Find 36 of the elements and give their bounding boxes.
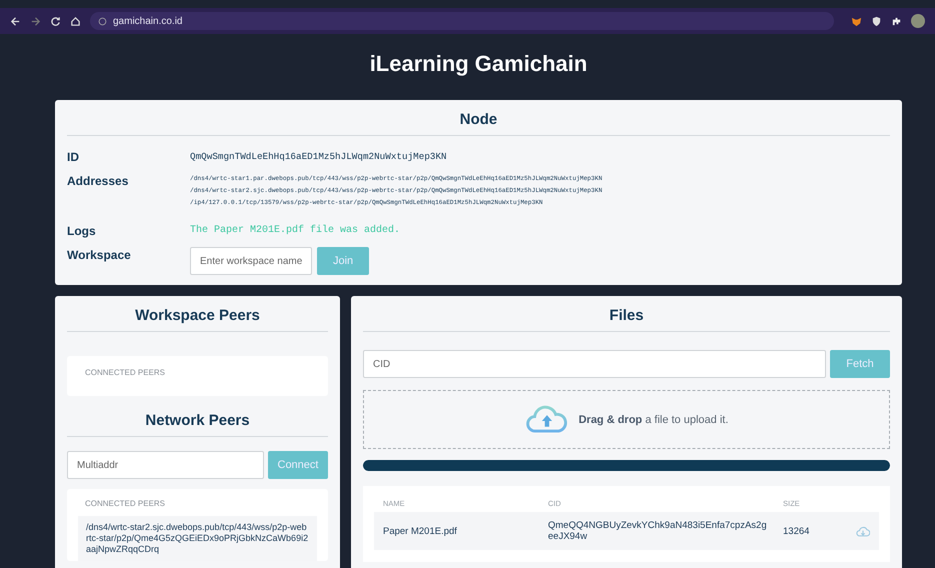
home-icon[interactable] xyxy=(70,16,81,26)
forward-icon[interactable] xyxy=(30,16,41,26)
file-size: 13264 xyxy=(783,526,810,536)
fetch-button[interactable]: Fetch xyxy=(830,350,890,378)
file-cid: QmeQQ4NGBUyZevkYChk9aN483i5Enfa7cpzAs2geeJX94w xyxy=(548,520,768,542)
page-title: iLearning Gamichain xyxy=(368,50,588,78)
multiaddr-input[interactable]: Multiaddr xyxy=(67,451,264,479)
reload-icon[interactable] xyxy=(50,16,61,26)
panel-caption: CONNECTED PEERS xyxy=(85,368,166,377)
panel-caption: CONNECTED PEERS xyxy=(85,499,166,508)
field-label: Addresses xyxy=(67,173,130,189)
puzzle-icon[interactable] xyxy=(891,16,902,26)
join-button[interactable]: Join xyxy=(317,247,370,275)
drop-zone[interactable]: Drag & drop a file to upload it. xyxy=(363,390,890,449)
card-heading: Node xyxy=(67,100,890,136)
avatar-icon[interactable] xyxy=(911,14,925,28)
connect-button[interactable]: Connect xyxy=(268,451,328,479)
field-label: Workspace xyxy=(67,247,132,263)
field-label: Logs xyxy=(67,223,97,239)
node-id: QmQwSmgnTWdLeEhHq16aED1Mz5hJLWqm2NuWxtujMep3KN xyxy=(190,150,448,164)
cloud-upload-icon xyxy=(524,405,569,434)
shield-icon[interactable] xyxy=(871,16,882,26)
site-info-icon[interactable] xyxy=(98,16,107,26)
card-heading: Workspace Peers xyxy=(67,296,328,332)
workspace-input[interactable]: Enter workspace name xyxy=(190,247,312,275)
drop-hint: Drag & drop a file to upload it. xyxy=(578,414,728,426)
address-bar[interactable]: gamichain.co.id xyxy=(90,12,834,30)
file-name: Paper M201E.pdf xyxy=(383,526,458,536)
cid-input[interactable]: CID xyxy=(363,350,826,378)
log-message: The Paper M201E.pdf file was added. xyxy=(190,224,402,238)
peer-address: /dns4/wrtc-star2.sjc.dwebops.pub/tcp/443/wss/p2p-webrtc-star/p2p/Qme4G5zQGEiEDx9oPRjGbkNzCaWb69i2aajNpwZRqqCDrq xyxy=(78,516,317,561)
field-label: ID xyxy=(67,149,80,165)
back-icon[interactable] xyxy=(10,16,21,26)
card-heading: Files xyxy=(363,296,890,332)
card-heading: Network Peers xyxy=(67,406,328,437)
url-text: gamichain.co.id xyxy=(113,16,182,26)
